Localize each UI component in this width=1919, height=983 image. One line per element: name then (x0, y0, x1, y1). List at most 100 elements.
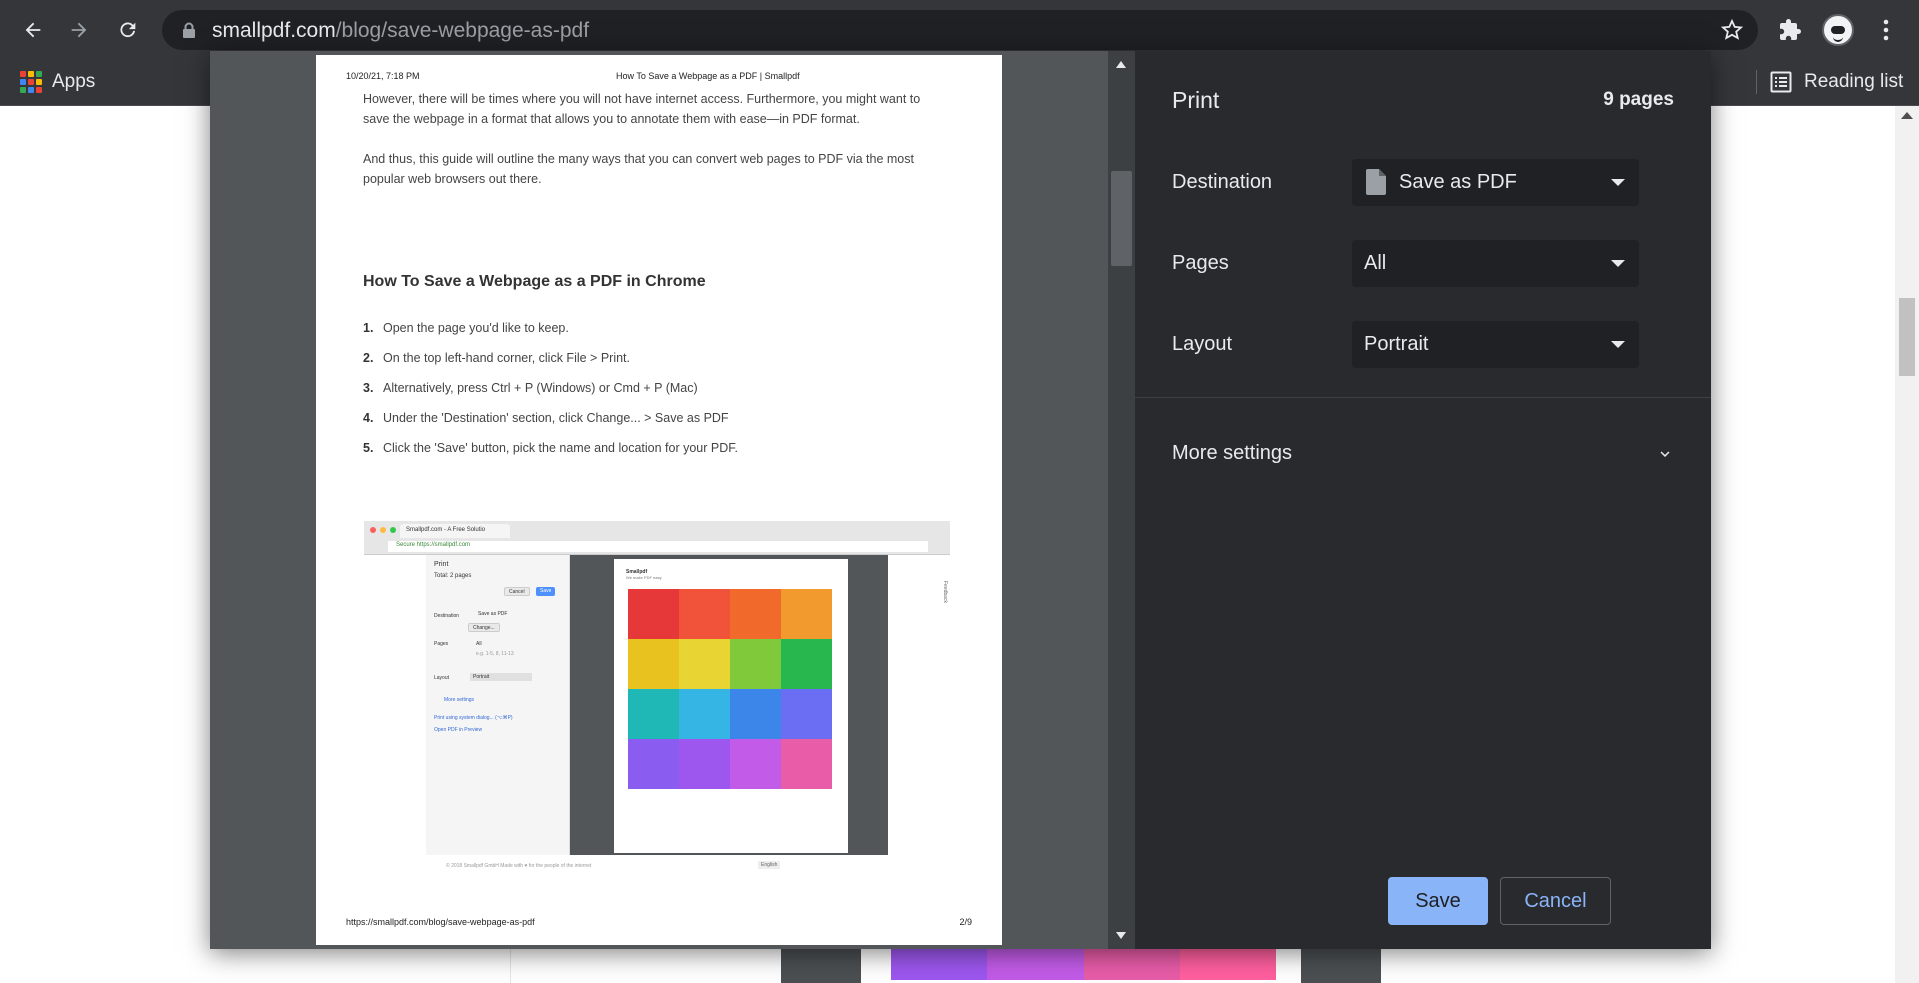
forward-button[interactable] (61, 12, 97, 48)
reading-list-label: Reading list (1804, 71, 1904, 92)
layout-value: Portrait (1364, 333, 1429, 355)
tool-tile (679, 639, 730, 689)
embedded-screenshot: Smallpdf.com - A Free Solutio Secure htt… (364, 521, 950, 879)
scroll-down-arrow-icon[interactable] (1116, 932, 1126, 939)
expand-chevron-icon[interactable] (1656, 445, 1674, 463)
paragraph-2: And thus, this guide will outline the ma… (363, 152, 914, 186)
apps-grid-dot (28, 71, 34, 77)
tool-tile (730, 739, 781, 789)
reload-button[interactable] (110, 12, 146, 48)
bookmarks-divider (1756, 70, 1757, 94)
embedded-change: Change... (468, 623, 500, 632)
file-icon (1366, 169, 1386, 195)
embedded-browser-chrome: Smallpdf.com - A Free Solutio Secure htt… (364, 521, 950, 555)
embedded-print-panel: Print Total: 2 pages Cancel Save Destina… (426, 555, 570, 855)
embedded-total: Total: 2 pages (434, 573, 472, 579)
more-settings-toggle[interactable]: More settings (1172, 442, 1292, 465)
cancel-button[interactable]: Cancel (1500, 877, 1611, 925)
print-settings-panel: Print 9 pages Destination Save as PDF Pa… (1135, 51, 1711, 949)
pages-select[interactable]: All (1352, 240, 1639, 287)
embedded-layout: Layout (434, 675, 450, 681)
page-scrollbar[interactable] (1895, 106, 1919, 983)
embedded-portrait: Portrait (470, 673, 532, 681)
reading-list-icon (1770, 71, 1792, 93)
background-tile (987, 948, 1084, 980)
page-footer-url: https://smallpdf.com/blog/save-webpage-a… (346, 917, 535, 927)
close-dot-icon (370, 527, 376, 533)
save-button[interactable]: Save (1388, 877, 1488, 925)
preview-scrollbar[interactable] (1108, 51, 1135, 949)
apps-grid-dot (20, 87, 26, 93)
embedded-print-title: Print (434, 561, 449, 568)
preview-scroll-thumb[interactable] (1111, 171, 1132, 266)
destination-select[interactable]: Save as PDF (1352, 159, 1639, 206)
embedded-system-dialog: Print using system dialog... (⌥⌘P) (434, 715, 513, 721)
list-item: 1. Open the page you'd like to keep. (363, 321, 569, 335)
pages-label: Pages (1172, 252, 1229, 274)
more-vert-icon (1883, 19, 1889, 41)
pages-value: All (1364, 252, 1387, 274)
menu-button[interactable] (1868, 12, 1904, 48)
background-grey-block (781, 948, 861, 983)
section-heading: How To Save a Webpage as a PDF in Chrome (363, 273, 706, 290)
layout-select[interactable]: Portrait (1352, 321, 1639, 368)
extensions-button[interactable] (1772, 12, 1808, 48)
background-color-tiles (891, 948, 1276, 983)
embedded-pages: Pages (434, 641, 449, 647)
apps-grid-dot (36, 87, 42, 93)
chevron-down-icon (1611, 179, 1625, 186)
embedded-save-as-pdf: Save as PDF (478, 611, 508, 617)
list-item: 2. On the top left-hand corner, click Fil… (363, 351, 630, 365)
tool-tile (730, 589, 781, 639)
tool-tile (628, 639, 679, 689)
embedded-language: English (758, 861, 781, 869)
scroll-up-arrow-icon[interactable] (1901, 112, 1913, 119)
minimize-dot-icon (380, 527, 386, 533)
apps-grid-dot (36, 71, 42, 77)
tool-tile (781, 589, 832, 639)
bookmark-star-icon[interactable] (1720, 18, 1744, 42)
tool-tile (628, 739, 679, 789)
page-count: 9 pages (1603, 89, 1674, 110)
zoom-dot-icon (390, 527, 396, 533)
scroll-up-arrow-icon[interactable] (1116, 61, 1126, 68)
embedded-all: All (476, 641, 482, 647)
page-footer-number: 2/9 (959, 917, 972, 927)
print-title: Print (1172, 87, 1220, 113)
embedded-copyright: © 2018 Smallpdf GmbH Made with ♥ for the… (446, 863, 592, 869)
forward-arrow-icon (71, 22, 87, 38)
apps-bookmark[interactable]: Apps (20, 64, 95, 100)
background-tile (891, 948, 988, 980)
list-item: 3. Alternatively, press Ctrl + P (Windows… (363, 381, 698, 395)
embedded-open-preview: Open PDF in Preview (434, 727, 483, 733)
print-dialog: 10/20/21, 7:18 PM How To Save a Webpage … (210, 51, 1711, 949)
window-controls (370, 527, 396, 533)
list-item: 4. Under the 'Destination' section, click… (363, 411, 729, 425)
steps-list: 1. Open the page you'd like to keep. 2. On… (363, 321, 738, 471)
address-bar[interactable]: smallpdf.com/blog/save-webpage-as-pdf (162, 10, 1758, 50)
settings-divider (1135, 397, 1711, 398)
destination-label: Destination (1172, 171, 1273, 193)
page-header-title: How To Save a Webpage as a PDF | Smallpd… (616, 71, 800, 81)
embedded-destination: Destination (434, 613, 460, 619)
tool-tile (679, 589, 730, 639)
embedded-preview-page: Smallpdf We make PDF easy. (614, 559, 848, 853)
print-preview-area[interactable]: 10/20/21, 7:18 PM How To Save a Webpage … (210, 51, 1135, 949)
destination-value: Save as PDF (1399, 171, 1517, 193)
paragraph-1: However, there will be times where you w… (363, 92, 921, 126)
tool-tile (730, 689, 781, 739)
reload-icon (120, 22, 136, 38)
back-button[interactable] (15, 12, 51, 48)
tool-tile (730, 639, 781, 689)
background-tile (1083, 948, 1180, 980)
page-scroll-thumb[interactable] (1899, 298, 1915, 376)
apps-grid-dot (28, 87, 34, 93)
tool-tile (781, 739, 832, 789)
embedded-cancel: Cancel (504, 587, 530, 596)
reading-list-button[interactable]: Reading list (1770, 64, 1903, 100)
profile-button[interactable] (1820, 12, 1856, 48)
apps-grid-dot (20, 71, 26, 77)
embedded-tagline: We make PDF easy. (626, 575, 663, 580)
preview-page: 10/20/21, 7:18 PM How To Save a Webpage … (316, 55, 1002, 945)
avatar (1822, 14, 1854, 46)
